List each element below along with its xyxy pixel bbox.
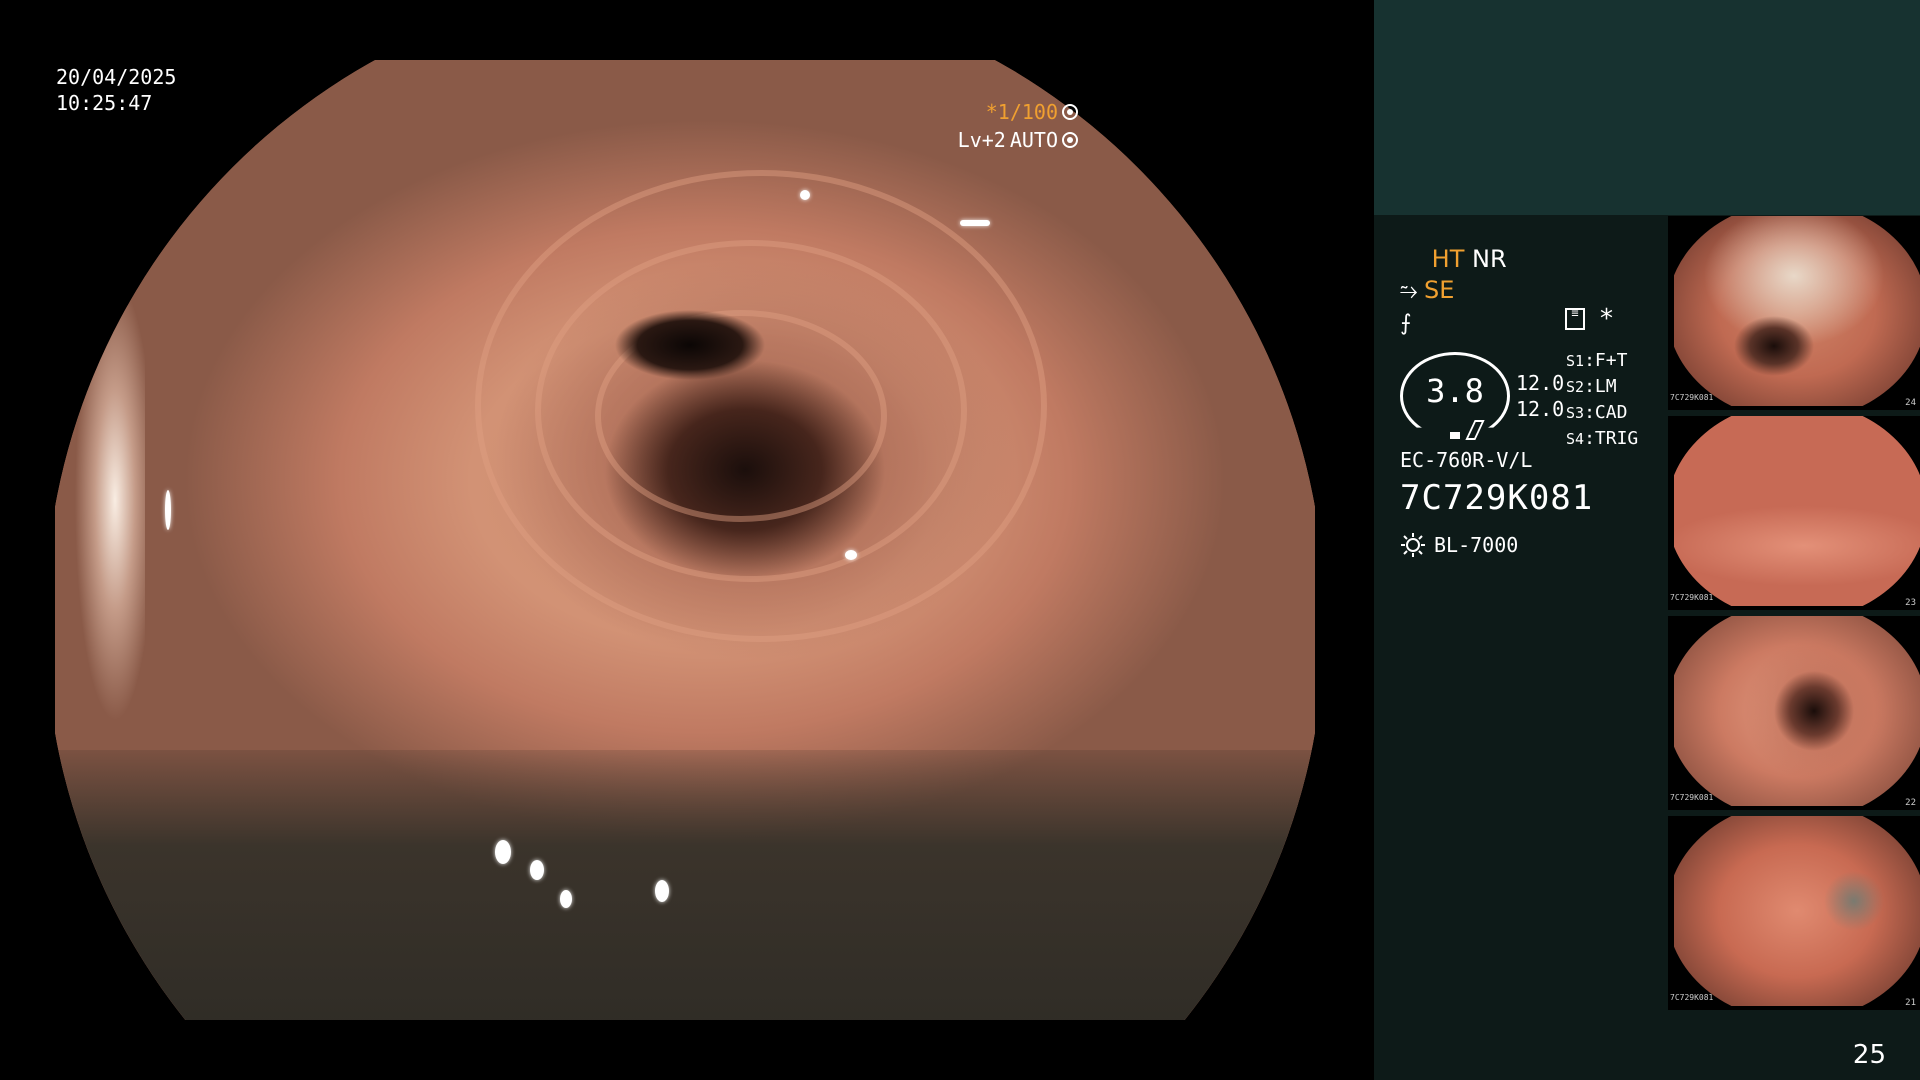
scope-serial: 7C729K081 <box>1400 478 1594 518</box>
specular-highlight <box>165 490 171 530</box>
gauge-numbers: 12.0 12.0 <box>1516 370 1564 422</box>
specular-highlight <box>560 890 572 908</box>
zoom-value: 3.8 <box>1426 372 1484 410</box>
settings-icon: ≡ <box>1565 307 1585 330</box>
endoscopic-view <box>55 60 1315 1020</box>
gauge-lower: 12.0 <box>1516 397 1565 421</box>
lower-shadow <box>55 750 1315 1020</box>
structure-enhance-icon: ⥲ <box>1400 279 1418 304</box>
thumbnail[interactable]: 7C729K081 24 <box>1668 216 1920 410</box>
gauge-upper: 12.0 <box>1516 371 1565 395</box>
switch-item: S1:F+T <box>1566 350 1628 371</box>
thumbnail-image <box>1674 616 1920 806</box>
filter-icon: ⨍ <box>1400 311 1412 336</box>
thumbnail-serial: 7C729K081 <box>1670 393 1714 402</box>
endoscopy-screen: 20/04/2025 10:25:47 *1/100 Lv+2 AUTO HT … <box>0 0 1920 1080</box>
specular-highlight <box>655 880 669 902</box>
thumbnail[interactable]: 7C729K081 22 <box>1668 616 1920 810</box>
aperture-icon <box>1062 104 1078 120</box>
switch-assignments: S1:F+T S2:LM S3:CAD S4:TRIG <box>1566 348 1638 452</box>
lumen <box>615 310 765 380</box>
datetime-display: 20/04/2025 10:25:47 <box>56 64 176 116</box>
specular-highlight <box>530 860 544 880</box>
thumbnail-image <box>1674 416 1920 606</box>
ht-label: HT <box>1431 245 1465 273</box>
thumbnail-serial: 7C729K081 <box>1670 993 1714 1002</box>
nr-label: NR <box>1472 245 1507 273</box>
specular-highlight <box>845 550 857 560</box>
page-number: 25 <box>1852 1040 1886 1070</box>
asterisk-marker: * <box>1600 304 1613 334</box>
light-source-label: BL-7000 <box>1434 533 1519 557</box>
glare-left <box>75 280 145 720</box>
gauge-marker <box>1450 432 1460 439</box>
thumbnail-number: 21 <box>1905 998 1916 1008</box>
brightness-level: Lv+2 <box>957 128 1006 152</box>
switch-item: S4:TRIG <box>1566 428 1639 449</box>
auto-mode-icon <box>1062 132 1078 148</box>
thumbnail[interactable]: 7C729K081 23 <box>1668 416 1920 610</box>
switch-item: S3:CAD <box>1566 402 1628 423</box>
scope-model: EC-760R-V/L <box>1400 448 1533 472</box>
time-text: 10:25:47 <box>56 91 153 115</box>
switch-item: S2:LM <box>1566 376 1617 397</box>
specular-highlight <box>960 220 990 226</box>
specular-highlight <box>495 840 511 864</box>
light-source-icon <box>1401 533 1425 557</box>
thumbnail-serial: 7C729K081 <box>1670 793 1714 802</box>
thumbnail-serial: 7C729K081 <box>1670 593 1714 602</box>
thumbnail-number: 22 <box>1905 798 1916 808</box>
thumbnail-number: 24 <box>1905 398 1916 408</box>
thumbnail-image <box>1674 216 1920 406</box>
thumbnail-image <box>1674 816 1920 1006</box>
thumbnail[interactable]: 7C729K081 21 <box>1668 816 1920 1010</box>
shutter-speed: *1/100 <box>985 100 1058 124</box>
date-text: 20/04/2025 <box>56 65 177 89</box>
processing-status: HT NR ⥲ SE ⨍ <box>1400 244 1507 339</box>
right-top-panel <box>1374 0 1920 215</box>
light-source: BL-7000 <box>1400 532 1518 558</box>
exposure-readout: *1/100 Lv+2 AUTO <box>958 98 1078 154</box>
thumbnail-number: 23 <box>1905 598 1916 608</box>
specular-highlight <box>800 190 810 200</box>
exposure-mode: AUTO <box>1009 128 1058 152</box>
se-label: SE <box>1424 276 1455 304</box>
